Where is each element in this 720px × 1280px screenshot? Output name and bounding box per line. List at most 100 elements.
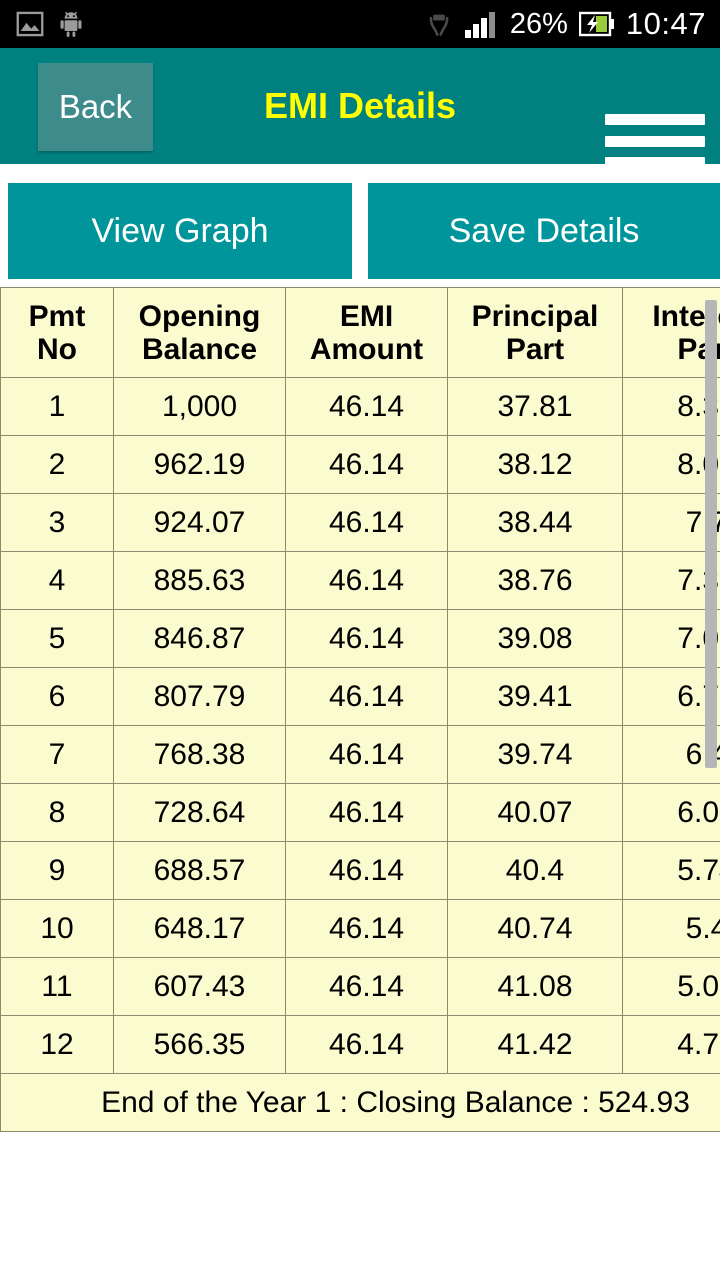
table-row[interactable]: 9688.5746.1440.45.74 [0,841,720,900]
cell-r7-c2: 46.14 [285,725,448,784]
table-body: 11,00046.1437.818.332962.1946.1438.128.0… [0,377,720,1132]
status-bar-left-icons [0,9,84,39]
cell-r8-c4: 6.07 [622,783,720,842]
cell-r3-c1: 924.07 [113,493,286,552]
cell-r7-c0: 7 [0,725,114,784]
hamburger-menu-icon[interactable] [605,114,705,168]
status-bar-right-icons: 26% 10:47 [424,6,720,42]
table-row-partial[interactable] [0,1131,720,1132]
cell-r10-c0: 10 [0,899,114,958]
column-header-0: Pmt No [0,287,114,378]
cell-r5-c2: 46.14 [285,609,448,668]
view-graph-button[interactable]: View Graph [8,183,352,279]
year-summary-label: End of the Year 1 : Closing Balance : 52… [0,1073,720,1132]
cell-partial-c3 [447,1131,623,1132]
cell-partial-c1 [113,1131,286,1132]
cell-partial-c0 [0,1131,114,1132]
cell-r1-c3: 37.81 [447,377,623,436]
battery-percent-label: 26% [509,7,568,40]
column-header-3: Principal Part [447,287,623,378]
cell-r6-c2: 46.14 [285,667,448,726]
table-row[interactable]: 8728.6446.1440.076.07 [0,783,720,842]
back-button[interactable]: Back [38,63,153,151]
save-details-button[interactable]: Save Details [368,183,720,279]
cell-r3-c0: 3 [0,493,114,552]
table-header-row: Pmt No Opening Balance EMI Amount Principal Par… [0,287,720,378]
signal-bars-icon [464,12,495,38]
cell-r2-c1: 962.19 [113,435,286,494]
table-row[interactable]: 5846.8746.1439.087.06 [0,609,720,668]
cell-r2-c3: 38.12 [447,435,623,494]
table-row[interactable]: 11607.4346.1441.085.06 [0,957,720,1016]
table-row[interactable]: 10 648.17 46.14 40.74 5.4 [0,899,720,958]
cell-r8-c3: 40.07 [447,783,623,842]
cell-r10-c4: 5.4 [622,899,720,958]
cell-r3-c3: 38.44 [447,493,623,552]
cell-r9-c0: 9 [0,841,114,900]
cell-r7-c1: 768.38 [113,725,286,784]
table-row[interactable]: 11,00046.1437.818.33 [0,377,720,436]
menu-bar-1 [605,114,705,125]
table-row[interactable]: 2962.1946.1438.128.02 [0,435,720,494]
table-header: Pmt No Opening Balance EMI Amount Principal Par… [0,287,720,378]
cell-r11-c2: 46.14 [285,957,448,1016]
year-summary-row: End of the Year 1 : Closing Balance : 52… [0,1073,720,1132]
menu-bar-2 [605,135,705,147]
cell-r12-c0: 12 [0,1015,114,1074]
cell-r9-c2: 46.14 [285,841,448,900]
cell-r2-c0: 2 [0,435,114,494]
cell-r9-c3: 40.4 [447,841,623,900]
vertical-scrollbar[interactable] [705,300,717,768]
cell-r6-c1: 807.79 [113,667,286,726]
table-row[interactable]: 12566.3546.1441.424.72 [0,1015,720,1074]
cell-r11-c0: 11 [0,957,114,1016]
cell-r4-c0: 4 [0,551,114,610]
cell-r8-c1: 728.64 [113,783,286,842]
cell-r1-c0: 1 [0,377,114,436]
cell-r1-c2: 46.14 [285,377,448,436]
cell-partial-c2 [285,1131,448,1132]
android-robot-icon [60,11,82,37]
cell-r12-c2: 46.14 [285,1015,448,1074]
cell-r8-c2: 46.14 [285,783,448,842]
cell-r6-c3: 39.41 [447,667,623,726]
cell-r11-c4: 5.06 [622,957,720,1016]
cell-r3-c2: 46.14 [285,493,448,552]
cell-r5-c1: 846.87 [113,609,286,668]
emi-details-screen: 26% 10:47 Back EMI Details View Graph Sa… [0,0,720,1280]
column-header-1: Opening Balance [113,287,286,378]
cell-r11-c1: 607.43 [113,957,286,1016]
cell-r5-c0: 5 [0,609,114,668]
clock-label: 10:47 [625,6,706,41]
table-row[interactable]: 4885.6346.1438.767.38 [0,551,720,610]
menu-bar-3 [605,157,705,168]
cell-r4-c2: 46.14 [285,551,448,610]
battery-charging-icon [578,11,614,37]
cell-partial-c4 [622,1131,720,1132]
cell-r1-c1: 1,000 [113,377,286,436]
amortization-table-container[interactable]: Pmt No Opening Balance EMI Amount Principal Par… [0,287,720,1132]
cell-r12-c1: 566.35 [113,1015,286,1074]
table-row[interactable]: 7768.3846.1439.746.4 [0,725,720,784]
cell-r12-c3: 41.42 [447,1015,623,1074]
cell-r9-c1: 688.57 [113,841,286,900]
cell-r10-c3: 40.74 [447,899,623,958]
cell-r2-c2: 46.14 [285,435,448,494]
cell-r12-c4: 4.72 [622,1015,720,1074]
image-icon [16,11,44,37]
amortization-table: Pmt No Opening Balance EMI Amount Principal Par… [0,287,720,1132]
cell-r5-c3: 39.08 [447,609,623,668]
status-bar: 26% 10:47 [0,0,720,48]
cell-r4-c3: 38.76 [447,551,623,610]
cell-r10-c1: 648.17 [113,899,286,958]
cell-r6-c0: 6 [0,667,114,726]
cell-r9-c4: 5.74 [622,841,720,900]
table-row[interactable]: 3924.0746.1438.447.7 [0,493,720,552]
cell-r11-c3: 41.08 [447,957,623,1016]
column-header-2: EMI Amount [285,287,448,378]
cell-r10-c2: 46.14 [285,899,448,958]
table-row[interactable]: 6807.7946.1439.416.73 [0,667,720,726]
app-bar: Back EMI Details [0,48,720,168]
vibrate-icon [429,14,449,36]
cell-r7-c3: 39.74 [447,725,623,784]
